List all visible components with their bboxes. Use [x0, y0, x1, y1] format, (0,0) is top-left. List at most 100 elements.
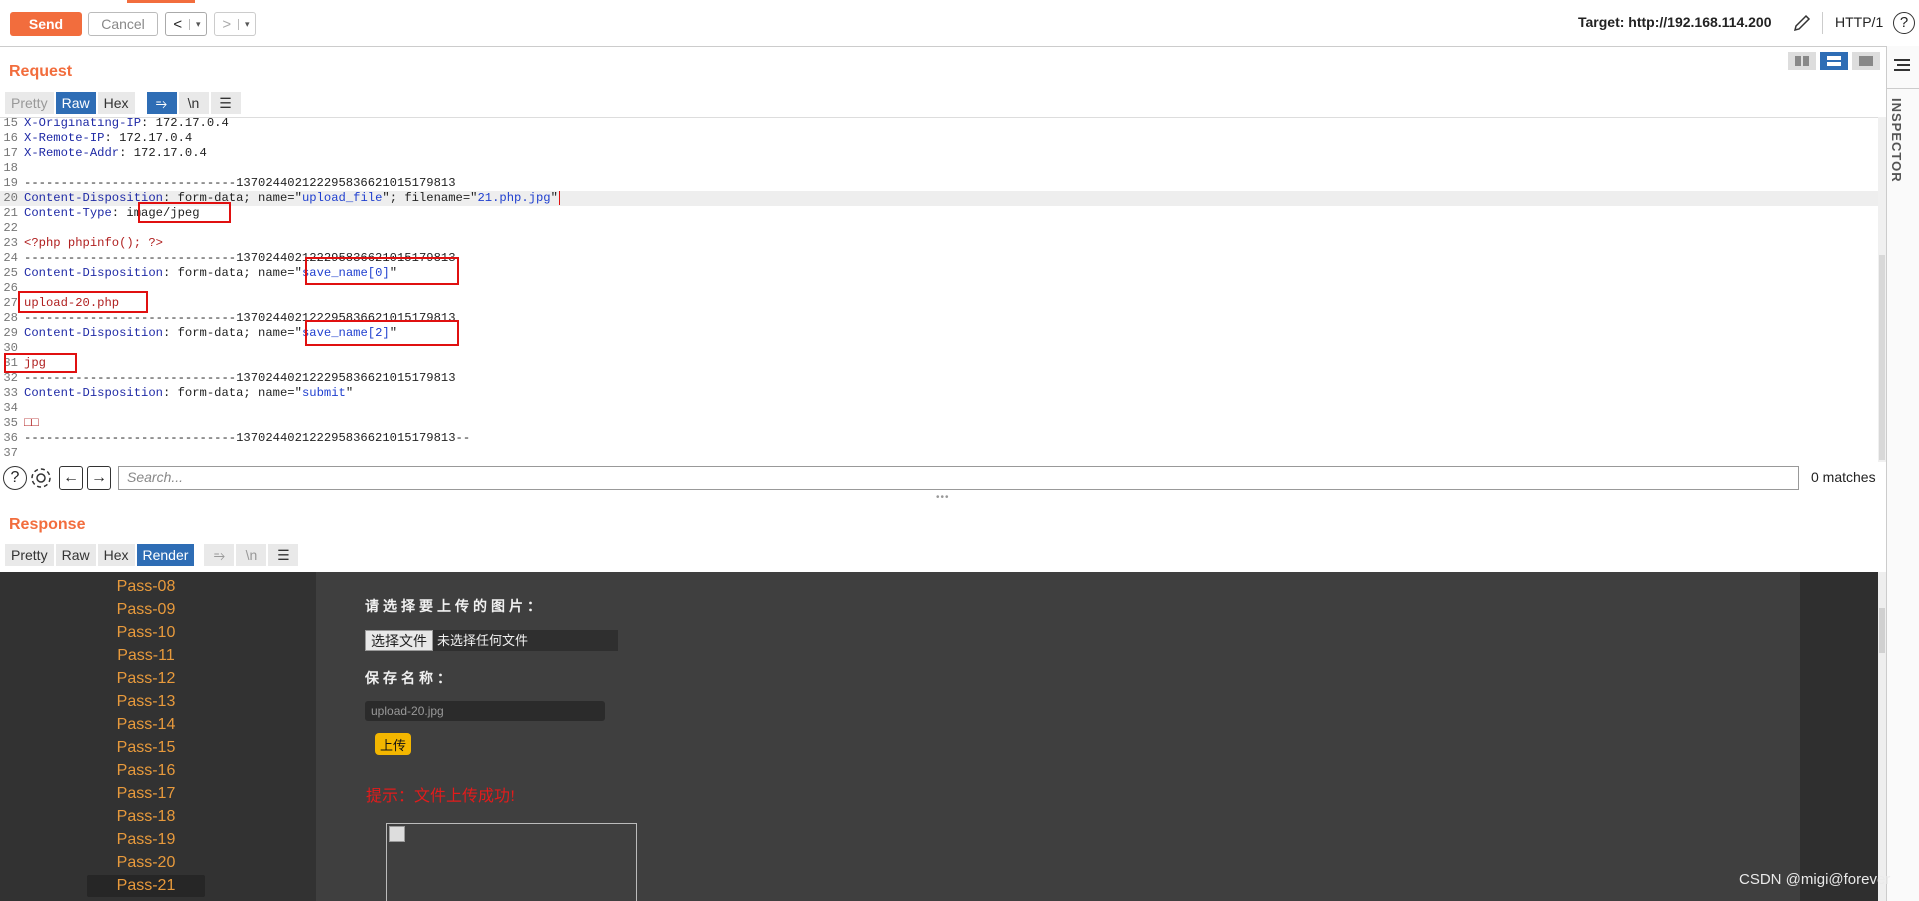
pass-link[interactable]: Pass-12 — [0, 668, 292, 690]
response-tab-render[interactable]: Render — [136, 544, 195, 566]
pass-link[interactable]: Pass-08 — [0, 576, 292, 598]
layout-stack-icon[interactable] — [1820, 52, 1848, 70]
forward-arrow-icon: > — [222, 15, 232, 33]
response-tab-pretty[interactable]: Pretty — [5, 544, 54, 566]
editor-line[interactable]: 22 — [0, 221, 1878, 236]
code-token: : form-data; name=" — [162, 266, 302, 280]
code-token: Content-Type — [24, 206, 112, 220]
editor-line[interactable]: 15 X-Originating-IP: 172.17.0.4 — [0, 117, 1878, 131]
pass-link[interactable]: Pass-15 — [0, 737, 292, 759]
forward-button[interactable]: > ▾ — [214, 12, 256, 36]
code-token: " — [345, 386, 354, 400]
resize-handle[interactable]: ••• — [936, 492, 950, 503]
pass-link[interactable]: Pass-14 — [0, 714, 292, 736]
code-token: submit — [301, 386, 346, 400]
line-number: 21 — [3, 206, 18, 220]
save-name-input[interactable]: upload-20.jpg — [365, 701, 605, 721]
editor-line[interactable]: 16 X-Remote-IP: 172.17.0.4 — [0, 131, 1878, 146]
previous-match-icon[interactable]: ← — [59, 466, 83, 490]
editor-line[interactable]: 27 upload-20.php — [0, 296, 1878, 311]
editor-line[interactable]: 35 □□ — [0, 416, 1878, 431]
render-right-margin — [1800, 572, 1878, 901]
editor-line[interactable]: 19 -----------------------------137024402… — [0, 176, 1878, 191]
send-button[interactable]: Send — [10, 12, 82, 36]
line-number: 32 — [3, 371, 18, 385]
menu-icon[interactable]: ☰ — [210, 92, 241, 114]
pass-link[interactable]: Pass-11 — [0, 645, 292, 667]
response-scrollbar-thumb[interactable] — [1879, 608, 1885, 653]
line-number: 17 — [3, 146, 18, 160]
request-scrollbar-thumb[interactable] — [1879, 255, 1885, 460]
editor-line[interactable]: 32 -----------------------------137024402… — [0, 371, 1878, 386]
next-match-icon[interactable]: → — [87, 466, 111, 490]
editor-line[interactable]: 21 Content-Type: image/jpeg — [0, 206, 1878, 221]
help-icon[interactable]: ? — [3, 466, 27, 490]
editor-line[interactable]: 20 Content-Disposition: form-data; name="… — [0, 191, 1878, 206]
newline-icon: \n — [236, 544, 267, 566]
editor-line[interactable]: 26 — [0, 281, 1878, 296]
response-tab-raw[interactable]: Raw — [55, 544, 96, 566]
choose-file-button[interactable]: 选择文件 — [365, 630, 433, 651]
code-token: : form-data; name=" — [162, 386, 302, 400]
pass-sidebar: Pass-08 Pass-09 Pass-10 Pass-11 Pass-12 Pass-… — [0, 572, 316, 901]
inspector-tab[interactable]: INSPECTOR — [1889, 98, 1904, 183]
chevron-down-icon[interactable]: ▾ — [189, 18, 206, 30]
pass-link[interactable]: Pass-19 — [0, 829, 292, 851]
divider — [1822, 12, 1823, 34]
back-button[interactable]: < ▾ — [165, 12, 207, 36]
highlight-upload-php — [18, 291, 148, 313]
request-tab-hex[interactable]: Hex — [97, 92, 135, 114]
back-arrow-icon: < — [173, 15, 183, 33]
editor-line[interactable]: 36 -----------------------------137024402… — [0, 431, 1878, 446]
request-tab-raw[interactable]: Raw — [55, 92, 96, 114]
editor-line[interactable]: 33 Content-Disposition: form-data; name="… — [0, 386, 1878, 401]
line-number: 22 — [3, 221, 18, 235]
code-token: -----------------------------13702440212… — [24, 176, 456, 190]
editor-line[interactable]: 23 <?php phpinfo(); ?> — [0, 236, 1878, 251]
code-token: " — [550, 191, 558, 205]
search-input[interactable]: Search... — [118, 466, 1799, 490]
pass-link[interactable]: Pass-10 — [0, 622, 292, 644]
line-number: 35 — [3, 416, 18, 430]
highlight-save-name-2 — [305, 320, 459, 346]
request-editor[interactable]: 15 X-Originating-IP: 172.17.0.4 16 X-Remote… — [0, 117, 1878, 463]
pass-link[interactable]: Pass-18 — [0, 806, 292, 828]
pass-link[interactable]: Pass-09 — [0, 599, 292, 621]
http-version[interactable]: HTTP/1 — [1835, 14, 1883, 30]
code-token: <?php phpinfo(); ?> — [24, 236, 163, 250]
gear-icon[interactable] — [29, 466, 53, 490]
chevron-down-icon[interactable]: ▾ — [238, 18, 255, 30]
code-token: : 172.17.0.4 — [141, 117, 229, 130]
editor-line[interactable]: 31 jpg — [0, 356, 1878, 371]
editor-line[interactable]: 24 -----------------------------137024402… — [0, 251, 1878, 266]
response-tab-hex[interactable]: Hex — [97, 544, 135, 566]
cancel-button[interactable]: Cancel — [88, 12, 158, 36]
newline-icon[interactable]: \n — [178, 92, 209, 114]
editor-line[interactable]: 30 — [0, 341, 1878, 356]
layout-split-icon[interactable] — [1788, 52, 1816, 70]
file-status: 未选择任何文件 — [433, 630, 618, 651]
pass-link[interactable]: Pass-16 — [0, 760, 292, 782]
line-number: 29 — [3, 326, 18, 340]
upload-button[interactable]: 上传 — [375, 733, 411, 755]
pencil-icon[interactable] — [1792, 13, 1812, 33]
editor-line[interactable]: 37 — [0, 446, 1878, 461]
pass-link[interactable]: Pass-20 — [0, 852, 292, 874]
inspector-menu-icon[interactable] — [1893, 58, 1911, 72]
editor-line[interactable]: 25 Content-Disposition: form-data; name="… — [0, 266, 1878, 281]
editor-line[interactable]: 28 -----------------------------137024402… — [0, 311, 1878, 326]
editor-line[interactable]: 17 X-Remote-Addr: 172.17.0.4 — [0, 146, 1878, 161]
editor-line[interactable]: 29 Content-Disposition: form-data; name="… — [0, 326, 1878, 341]
help-icon[interactable]: ? — [1893, 12, 1915, 34]
request-tab-pretty[interactable]: Pretty — [5, 92, 54, 114]
pass-link[interactable]: Pass-17 — [0, 783, 292, 805]
layout-single-icon[interactable] — [1852, 52, 1880, 70]
menu-icon[interactable]: ☰ — [268, 544, 299, 566]
request-tabs: Pretty Raw Hex ⥱ \n ☰ — [5, 92, 241, 114]
editor-line[interactable]: 18 — [0, 161, 1878, 176]
wrap-lines-icon[interactable]: ⥱ — [146, 92, 177, 114]
line-number: 19 — [3, 176, 18, 190]
pass-link[interactable]: Pass-21 — [87, 875, 205, 897]
pass-link[interactable]: Pass-13 — [0, 691, 292, 713]
editor-line[interactable]: 34 — [0, 401, 1878, 416]
